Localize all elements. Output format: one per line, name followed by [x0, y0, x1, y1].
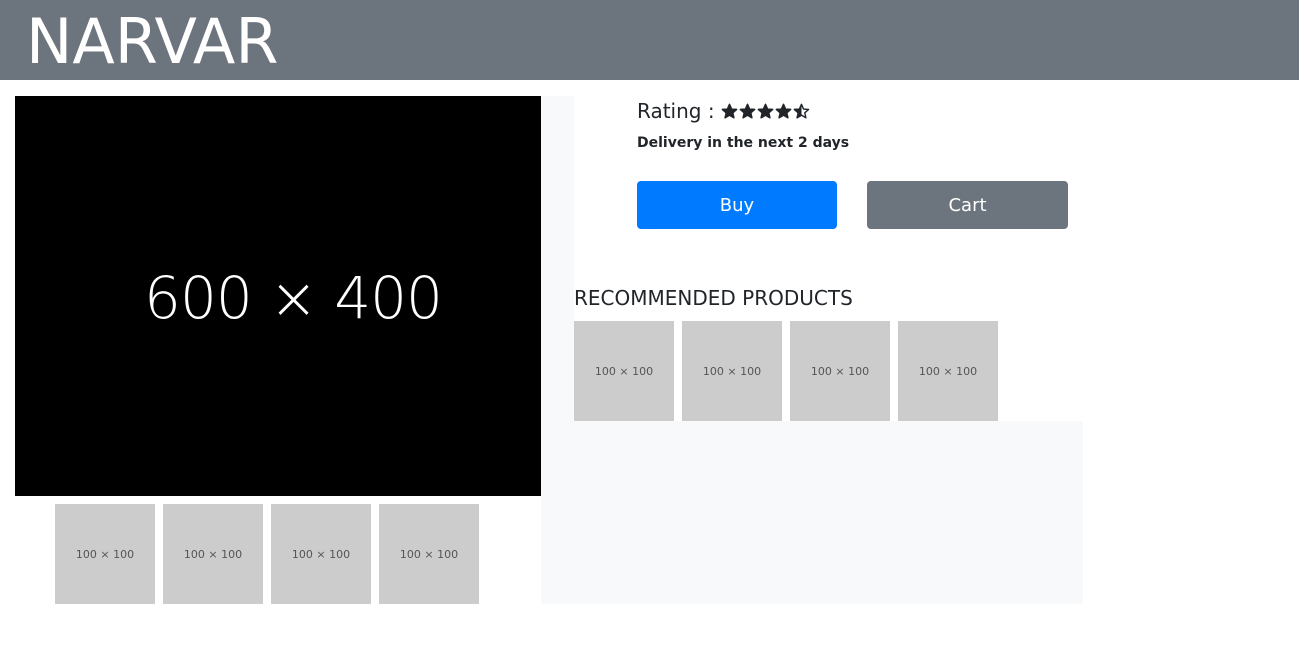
star-half-icon	[793, 103, 809, 119]
star-icon	[721, 103, 737, 119]
thumbnail-label: 100 × 100	[291, 547, 351, 561]
star-icon	[775, 103, 791, 119]
site-header: NARVAR	[0, 0, 1299, 80]
rating-stars	[721, 103, 811, 120]
star-icon	[757, 103, 773, 119]
rating-row: Rating :	[637, 96, 811, 126]
recommended-product-1[interactable]: 100 × 100	[574, 321, 674, 421]
recommended-product-label: 100 × 100	[810, 364, 870, 378]
page: NARVAR 600 × 400 100 × 100 100 × 100 100…	[0, 0, 1299, 669]
brand-logo[interactable]: NARVAR	[26, 4, 278, 80]
star-icon	[739, 103, 755, 119]
recommended-products-title: RECOMMENDED PRODUCTS	[574, 286, 853, 310]
product-thumbnail-1[interactable]: 100 × 100	[55, 504, 155, 604]
main-product-image[interactable]: 600 × 400	[15, 96, 541, 496]
thumbnail-label: 100 × 100	[183, 547, 243, 561]
cart-button[interactable]: Cart	[867, 181, 1068, 229]
thumbnail-label: 100 × 100	[399, 547, 459, 561]
product-thumbnail-2[interactable]: 100 × 100	[163, 504, 263, 604]
product-thumbnail-4[interactable]: 100 × 100	[379, 504, 479, 604]
recommended-product-label: 100 × 100	[702, 364, 762, 378]
delivery-info: Delivery in the next 2 days	[637, 135, 850, 151]
recommended-product-label: 100 × 100	[594, 364, 654, 378]
recommended-product-label: 100 × 100	[918, 364, 978, 378]
recommended-product-2[interactable]: 100 × 100	[682, 321, 782, 421]
buy-button[interactable]: Buy	[637, 181, 837, 229]
product-thumbnail-3[interactable]: 100 × 100	[271, 504, 371, 604]
thumbnail-label: 100 × 100	[75, 547, 135, 561]
recommended-product-4[interactable]: 100 × 100	[898, 321, 998, 421]
main-image-placeholder-label: 600 × 400	[144, 264, 443, 332]
rating-label: Rating :	[637, 99, 715, 123]
recommended-product-3[interactable]: 100 × 100	[790, 321, 890, 421]
